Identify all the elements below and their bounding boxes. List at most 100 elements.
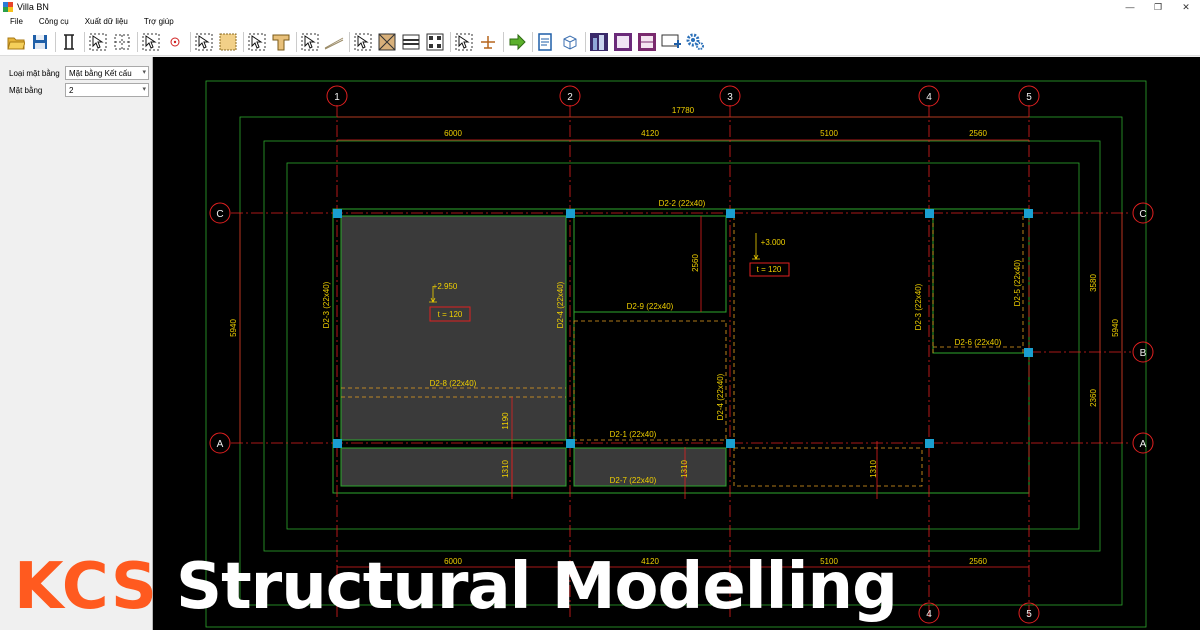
slab-level-marker-2: +3.000 t = 120	[749, 233, 790, 277]
level-slab-2: +3.000	[761, 238, 786, 247]
menu-file[interactable]: File	[0, 17, 29, 26]
dim-1190: 1190	[501, 412, 510, 430]
thickness-slab-2: t = 120	[757, 265, 782, 274]
slab-regions	[341, 216, 726, 486]
beam-d2-5: D2-5 (22x40)	[1013, 259, 1022, 306]
grid-label-a-left: A	[217, 439, 224, 450]
toolbar	[0, 28, 1200, 56]
dim-left-height: 5940	[229, 319, 238, 337]
slab-icon[interactable]	[218, 31, 238, 53]
toolbar-separator	[243, 31, 244, 52]
beam-d2-8: D2-8 (22x40)	[430, 379, 477, 388]
select-point-icon[interactable]	[141, 31, 161, 53]
dim-span-4: 2560	[969, 129, 987, 138]
floor-select[interactable]: 2 ▾	[65, 83, 149, 97]
menu-help[interactable]: Trợ giúp	[134, 17, 180, 26]
menu-bar: File Công cụ Xuất dữ liệu Trợ giúp	[0, 14, 1200, 28]
dim-span-2: 4120	[641, 129, 659, 138]
restore-button[interactable]: ❐	[1144, 0, 1172, 14]
menu-export[interactable]: Xuất dữ liệu	[75, 17, 134, 26]
dim-1310-c: 1310	[869, 460, 878, 478]
menu-tools[interactable]: Công cụ	[29, 17, 75, 26]
floor-row: Mặt bằng 2 ▾	[0, 82, 153, 98]
thickness-slab-1: t = 120	[438, 310, 463, 319]
open-folder-icon[interactable]	[6, 31, 26, 53]
level-slab-1: +2.950	[433, 282, 458, 291]
frame-view-2-icon[interactable]	[637, 31, 657, 53]
toolbar-separator	[84, 31, 85, 52]
beam-d2-4-mid: D2-4 (22x40)	[716, 373, 725, 420]
monitor-icon[interactable]	[661, 31, 681, 53]
grid-dots-icon[interactable]	[112, 31, 132, 53]
toolbar-separator	[503, 31, 504, 52]
save-icon[interactable]	[30, 31, 50, 53]
load-icon[interactable]	[478, 31, 498, 53]
toolbar-separator	[585, 31, 586, 52]
window-controls: — ❐ ✕	[1116, 0, 1200, 14]
select-beam-icon[interactable]	[88, 31, 108, 53]
building-icon[interactable]	[589, 31, 609, 53]
chevron-down-icon: ▾	[142, 69, 146, 76]
grid-label-1: 1	[334, 92, 340, 103]
toolbar-separator	[55, 31, 56, 52]
select-load-icon[interactable]	[454, 31, 474, 53]
select-wall-icon[interactable]	[300, 31, 320, 53]
app-logo-icon	[3, 2, 13, 12]
stair-icon[interactable]	[324, 31, 344, 53]
brand-name: KCS	[14, 550, 158, 624]
toolbar-separator	[450, 31, 451, 52]
opening-icon[interactable]	[377, 31, 397, 53]
beam-d2-1: D2-1 (22x40)	[610, 430, 657, 439]
grid-label-c-left: C	[216, 209, 223, 220]
beam-d2-4-left: D2-4 (22x40)	[556, 281, 565, 328]
column-icon[interactable]	[59, 31, 79, 53]
dim-1310-b: 1310	[680, 460, 689, 478]
grid-select-icon[interactable]	[425, 31, 445, 53]
dim-right-seg-1: 3580	[1089, 274, 1098, 292]
select-area-icon[interactable]	[353, 31, 373, 53]
dim-2560: 2560	[691, 254, 700, 272]
floor-type-label: Loại mặt bằng	[9, 68, 60, 78]
grid-label-3: 3	[727, 92, 733, 103]
export-arrow-icon[interactable]	[507, 31, 527, 53]
brand-tagline: Structural Modelling	[175, 550, 898, 624]
toolbar-separator	[190, 31, 191, 52]
grid-label-c-right: C	[1139, 209, 1146, 220]
dim-span-3: 5100	[820, 129, 838, 138]
floor-label: Mặt bằng	[9, 85, 43, 95]
dim-right-seg-2: 2360	[1089, 389, 1098, 407]
dim-right-height: 5940	[1111, 319, 1120, 337]
dim-span-1: 6000	[444, 129, 462, 138]
select-slab-icon[interactable]	[194, 31, 214, 53]
frame-view-icon[interactable]	[613, 31, 633, 53]
close-button[interactable]: ✕	[1172, 0, 1200, 14]
column-t-icon[interactable]	[271, 31, 291, 53]
floor-type-select[interactable]: Mặt bằng Kết cấu ▾	[65, 66, 149, 80]
beam-d2-2: D2-2 (22x40)	[659, 199, 706, 208]
floor-type-value: Mặt bằng Kết cấu	[69, 68, 132, 78]
beam-d2-3-right: D2-3 (22x40)	[914, 283, 923, 330]
target-icon[interactable]	[165, 31, 185, 53]
toolbar-separator	[349, 31, 350, 52]
grid-label-4: 4	[926, 92, 932, 103]
settings-icon[interactable]	[685, 31, 705, 53]
grid-label-b-right: B	[1140, 348, 1147, 359]
title-bar: Villa BN — ❐ ✕	[0, 0, 1200, 14]
beam-d2-3-left: D2-3 (22x40)	[322, 281, 331, 328]
toolbar-separator	[296, 31, 297, 52]
beam-d2-7: D2-7 (22x40)	[610, 476, 657, 485]
minimize-button[interactable]: —	[1116, 0, 1144, 14]
3d-view-icon[interactable]	[560, 31, 580, 53]
select-column-icon[interactable]	[247, 31, 267, 53]
floor-type-row: Loại mặt bằng Mặt bằng Kết cấu ▾	[0, 65, 153, 81]
brand-banner: KCS Structural Modelling	[14, 544, 898, 630]
report-icon[interactable]	[536, 31, 556, 53]
dim-span-4-bottom: 2560	[969, 557, 987, 566]
dim-total-width: 17780	[672, 106, 695, 115]
toolbar-separator	[532, 31, 533, 52]
beam-section-icon[interactable]	[401, 31, 421, 53]
grid-label-a-right: A	[1140, 439, 1147, 450]
floor-value: 2	[69, 85, 74, 95]
grid-label-4-bottom: 4	[926, 609, 932, 620]
dim-1310-a: 1310	[501, 460, 510, 478]
